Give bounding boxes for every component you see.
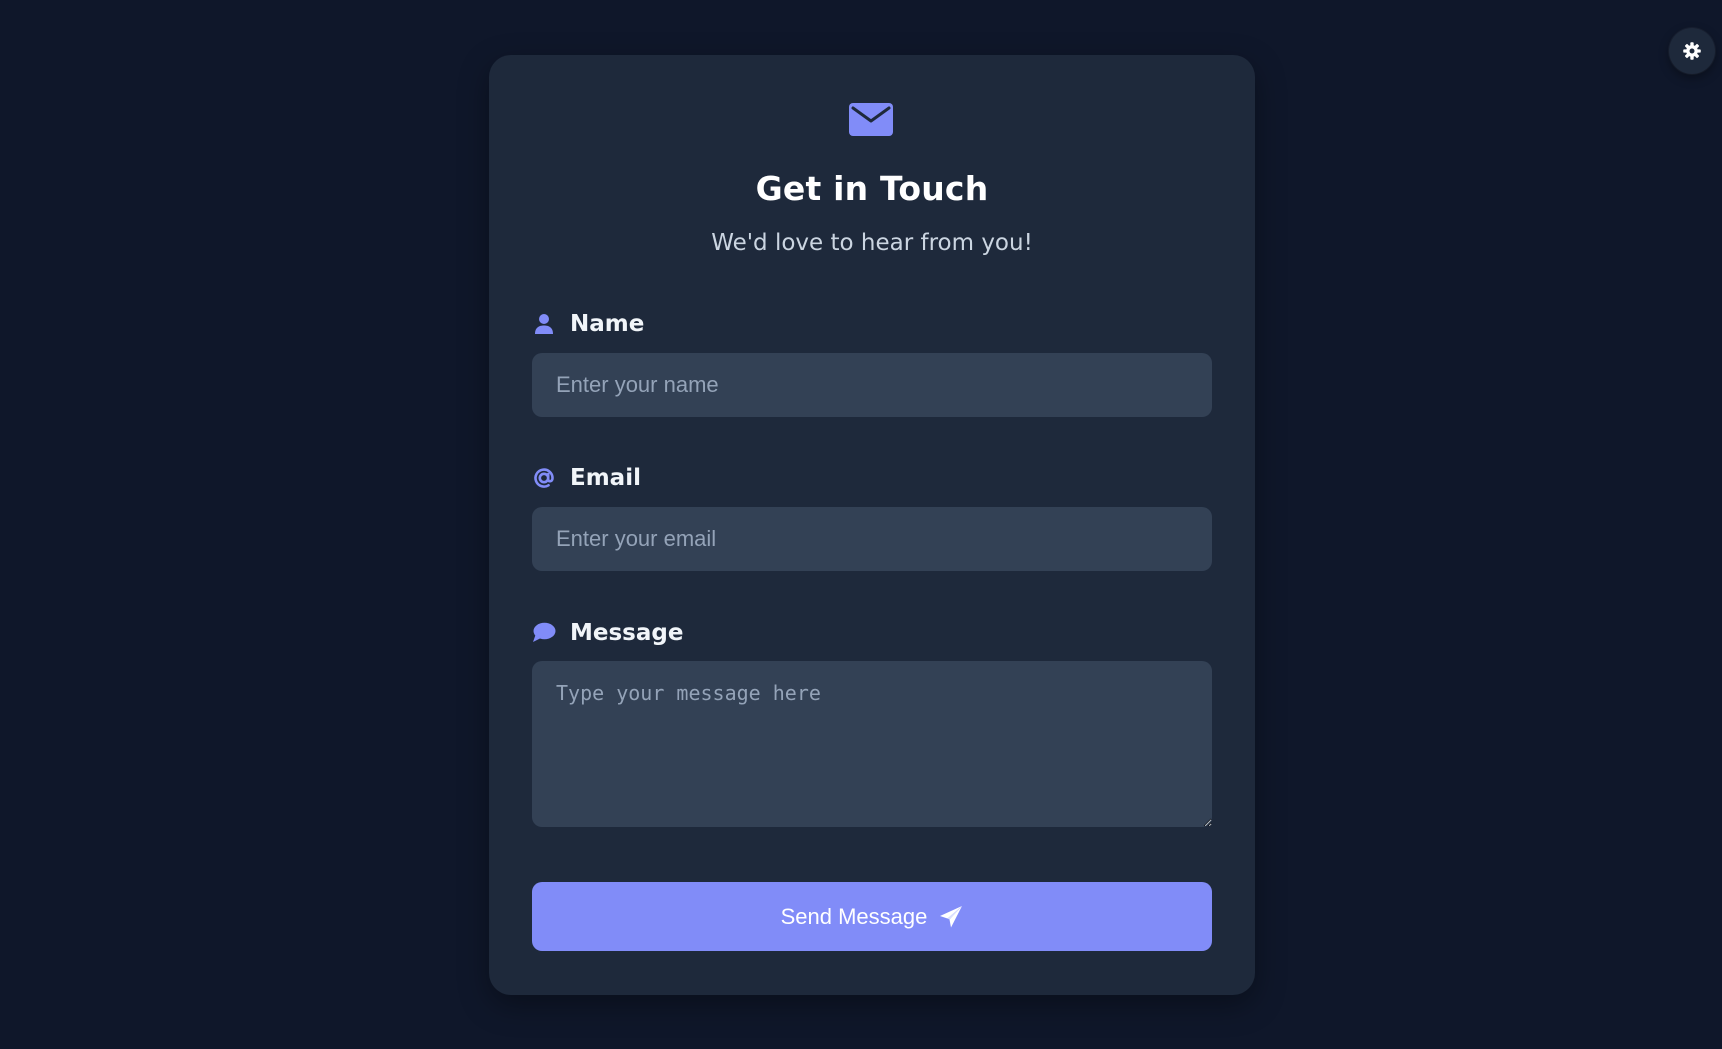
page-subtitle: We'd love to hear from you!: [711, 230, 1033, 256]
email-label-text: Email: [570, 465, 641, 491]
send-message-label: Send Message: [780, 903, 928, 929]
paper-plane-icon: [939, 905, 963, 929]
send-message-button[interactable]: Send Message: [532, 882, 1212, 951]
at-icon: [532, 466, 556, 490]
message-label: Message: [532, 620, 683, 646]
page-title: Get in Touch: [755, 169, 989, 208]
envelope-icon: [849, 103, 893, 136]
name-input[interactable]: [532, 353, 1212, 417]
email-label: Email: [532, 465, 641, 491]
message-label-text: Message: [570, 620, 684, 646]
email-input[interactable]: [532, 507, 1212, 571]
theme-toggle-button[interactable]: [1669, 28, 1715, 74]
user-icon: [532, 312, 556, 336]
gear-icon: [1682, 41, 1702, 61]
contact-card: Get in Touch We'd love to hear from you!…: [489, 55, 1255, 995]
name-label-text: Name: [570, 311, 645, 337]
speech-bubble-icon: [532, 621, 556, 645]
message-textarea[interactable]: [532, 661, 1212, 827]
name-label: Name: [532, 311, 644, 337]
